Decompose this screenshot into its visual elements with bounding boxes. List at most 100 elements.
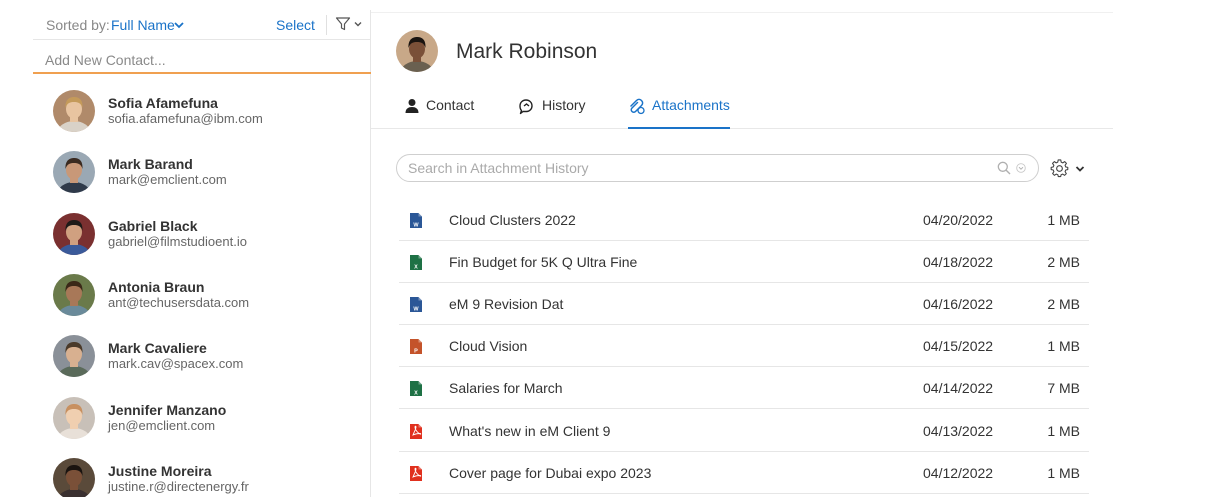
- contact-detail-name: Mark Robinson: [456, 40, 598, 63]
- avatar-image: [53, 335, 95, 378]
- attachment-row[interactable]: P Cloud Vision 04/15/2022 1 MB: [399, 325, 1089, 368]
- avatar: [53, 335, 95, 378]
- contact-email: mark@emclient.com: [108, 172, 227, 188]
- avatar: [53, 151, 95, 194]
- contact-name: Sofia Afamefuna: [108, 95, 218, 111]
- contact-email: ant@techusersdata.com: [108, 294, 250, 310]
- attachment-date: 04/16/2022: [923, 296, 994, 313]
- avatar-image: [53, 457, 95, 497]
- attachment-date: 04/15/2022: [923, 338, 994, 355]
- sort-field-dropdown[interactable]: Full Name: [111, 17, 175, 33]
- chevron-down-icon[interactable]: [1075, 165, 1085, 173]
- attachments-icon: [630, 98, 645, 115]
- attachment-size: 2 MB: [1047, 296, 1080, 313]
- search-icon[interactable]: [997, 161, 1011, 175]
- sort-bar: Sorted by: Full Name Select: [33, 10, 371, 40]
- contact-list-item[interactable]: Jennifer Manzano jen@emclient.com: [33, 396, 371, 457]
- tab-attachments[interactable]: Attachments: [628, 91, 730, 129]
- sort-label: Sorted by:: [46, 17, 110, 33]
- attachment-size: 1 MB: [1047, 212, 1080, 228]
- attachment-row[interactable]: W Cloud Clusters 2022 04/20/2022 1 MB: [399, 199, 1089, 241]
- attachment-name: Salaries for March: [449, 380, 563, 397]
- contact-detail-panel: Mark Robinson Contact History Attachment…: [371, 12, 1113, 497]
- attachment-date: 04/13/2022: [923, 422, 994, 439]
- avatar-image: [53, 273, 95, 316]
- avatar: [396, 30, 438, 72]
- avatar-image: [396, 30, 438, 72]
- pdf-file-icon: [409, 423, 423, 440]
- attachment-name: eM 9 Revision Dat: [449, 296, 564, 313]
- contact-list-item[interactable]: Mark Cavaliere mark.cav@spacex.com: [33, 335, 371, 395]
- contact-name: Mark Cavaliere: [108, 340, 207, 357]
- chevron-down-icon[interactable]: [1016, 163, 1026, 173]
- attachment-date: 04/14/2022: [923, 380, 994, 397]
- avatar: [53, 212, 95, 255]
- word-file-icon: W: [409, 296, 423, 313]
- svg-text:X: X: [414, 391, 418, 397]
- contact-name: Antonia Braun: [108, 278, 205, 295]
- chevron-down-icon[interactable]: [353, 19, 363, 29]
- toolbar-separator: [326, 15, 327, 35]
- attachment-size: 2 MB: [1047, 254, 1080, 271]
- attachment-size: 1 MB: [1047, 338, 1080, 355]
- attachment-row[interactable]: What's new in eM Client 9 04/13/2022 1 MB: [399, 410, 1089, 452]
- attachment-name: Cloud Clusters 2022: [449, 212, 576, 228]
- powerpoint-file-icon: P: [409, 338, 423, 355]
- word-file-icon: W: [409, 212, 423, 229]
- avatar-image: [53, 396, 95, 439]
- attachment-name: Cover page for Dubai expo 2023: [449, 464, 652, 481]
- attachment-search-input[interactable]: [396, 154, 1039, 182]
- attachment-name: Cloud Vision: [449, 338, 528, 355]
- avatar: [53, 396, 95, 439]
- attachment-size: 1 MB: [1047, 464, 1080, 481]
- contact-name: Mark Barand: [108, 156, 193, 173]
- svg-text:X: X: [414, 265, 418, 271]
- contact-email: jen@emclient.com: [108, 417, 216, 433]
- avatar: [53, 273, 95, 316]
- attachment-row[interactable]: X Fin Budget for 5K Q Ultra Fine 04/18/202…: [399, 241, 1089, 284]
- contact-list-item[interactable]: Sofia Afamefuna sofia.afamefuna@ibm.com: [33, 90, 371, 150]
- contact-email: sofia.afamefuna@ibm.com: [108, 111, 263, 126]
- contact-name: Jennifer Manzano: [108, 401, 227, 418]
- attachment-size: 1 MB: [1047, 422, 1080, 439]
- history-icon: [519, 99, 533, 115]
- avatar: [53, 457, 95, 497]
- avatar: [53, 90, 95, 132]
- attachment-date: 04/18/2022: [923, 254, 994, 271]
- avatar-image: [53, 90, 95, 132]
- attachment-row[interactable]: Cover page for Dubai expo 2023 04/12/2022…: [399, 452, 1089, 494]
- attachment-name: What's new in eM Client 9: [449, 422, 611, 439]
- tab-label: Attachments: [652, 97, 730, 113]
- attachment-date: 04/12/2022: [923, 464, 994, 481]
- chevron-down-icon[interactable]: [173, 17, 185, 31]
- svg-text:W: W: [413, 223, 419, 229]
- avatar-image: [53, 151, 95, 194]
- select-button[interactable]: Select: [276, 17, 315, 33]
- add-contact-input[interactable]: [33, 48, 371, 74]
- avatar-image: [53, 212, 95, 255]
- tab-contact[interactable]: Contact: [404, 91, 474, 129]
- contact-email: gabriel@filmstudioent.io: [108, 233, 247, 249]
- gear-icon[interactable]: [1050, 159, 1069, 178]
- attachment-size: 7 MB: [1047, 380, 1080, 397]
- person-icon: [405, 99, 419, 113]
- attachment-name: Fin Budget for 5K Q Ultra Fine: [449, 254, 638, 271]
- contact-list-item[interactable]: Mark Barand mark@emclient.com: [33, 151, 371, 211]
- attachment-row[interactable]: WeM 9 Revision Dat 04/16/2022 2 MB: [399, 283, 1089, 326]
- excel-file-icon: X: [409, 380, 423, 397]
- contact-name: Gabriel Black: [108, 217, 198, 234]
- contact-list-item[interactable]: Gabriel Black gabriel@filmstudioent.io: [33, 212, 371, 273]
- contact-list-item[interactable]: Justine Moreira justine.r@directenergy.fr: [33, 457, 371, 497]
- svg-text:P: P: [414, 349, 418, 355]
- excel-file-icon: X: [409, 254, 423, 271]
- contact-list-item[interactable]: Antonia Braun ant@techusersdata.com: [33, 273, 371, 334]
- attachment-row[interactable]: X Salaries for March 04/14/2022 7 MB: [399, 367, 1089, 410]
- tab-label: History: [542, 97, 586, 113]
- tab-history[interactable]: History: [517, 91, 586, 129]
- svg-text:W: W: [413, 307, 419, 313]
- filter-icon[interactable]: [335, 16, 351, 32]
- pdf-file-icon: [409, 465, 423, 482]
- detail-tabs: Contact History Attachments: [371, 91, 1113, 129]
- attachment-date: 04/20/2022: [923, 212, 994, 228]
- contact-email: justine.r@directenergy.fr: [108, 478, 249, 494]
